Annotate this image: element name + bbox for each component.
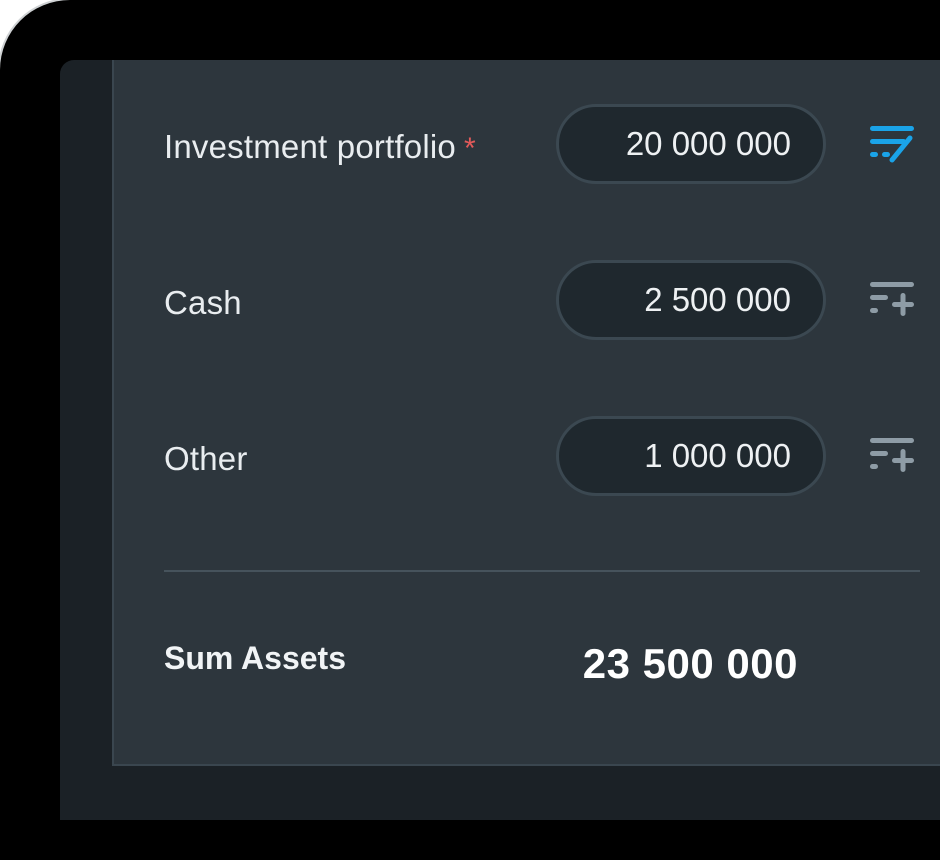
assets-panel: Investment portfolio* 20 000 000 Cash 2 (112, 60, 940, 766)
divider (164, 570, 920, 572)
investment-portfolio-label: Investment portfolio (164, 128, 456, 165)
cash-input[interactable]: 2 500 000 (556, 260, 826, 340)
asset-row-investment-portfolio: Investment portfolio * 20 000 000 (164, 104, 924, 190)
required-indicator: * (463, 132, 476, 165)
edit-list-icon[interactable] (868, 124, 916, 164)
device-frame: Investment portfolio* 20 000 000 Cash 2 (0, 0, 940, 860)
asset-row-other: Other 1 000 000 (164, 416, 924, 502)
sum-assets-label: Sum Assets (164, 640, 346, 676)
add-list-icon[interactable] (868, 280, 916, 320)
other-input[interactable]: 1 000 000 (556, 416, 826, 496)
row-label-investment-portfolio: Investment portfolio * (164, 104, 476, 192)
sum-assets-value: 23 500 000 (582, 640, 798, 687)
other-label: Other (164, 440, 248, 477)
asset-row-cash: Cash 2 500 000 (164, 260, 924, 346)
add-list-icon[interactable] (868, 436, 916, 476)
screen: Investment portfolio* 20 000 000 Cash 2 (60, 60, 940, 820)
investment-portfolio-input[interactable]: 20 000 000 (556, 104, 826, 184)
cash-label: Cash (164, 284, 242, 321)
